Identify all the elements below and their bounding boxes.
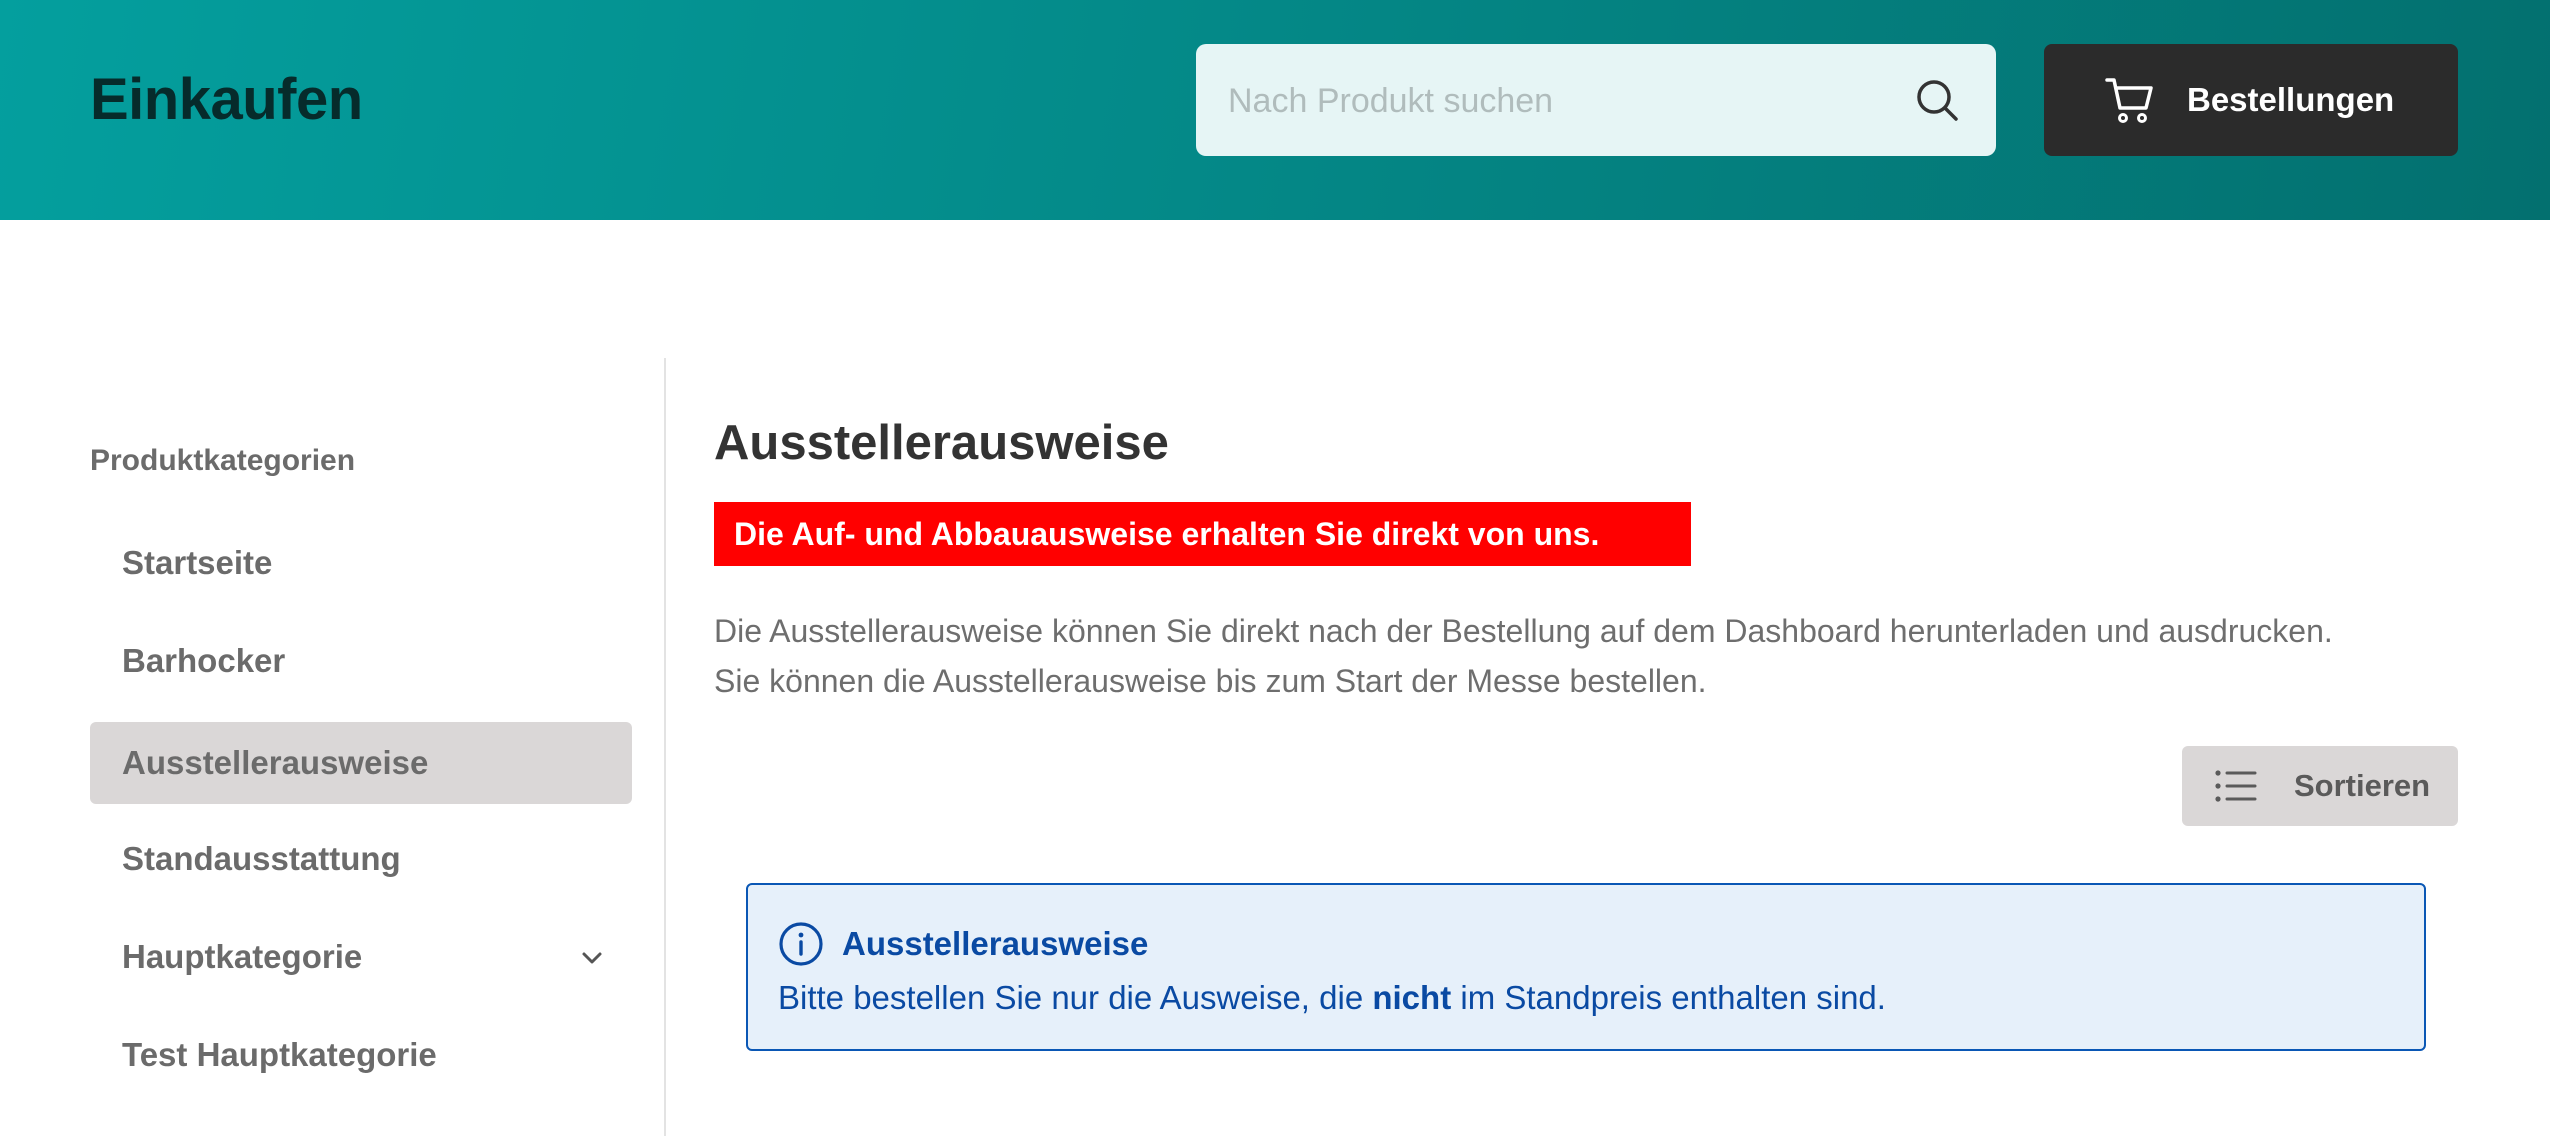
- orders-button[interactable]: Bestellungen: [2044, 44, 2458, 156]
- info-text-after: im Standpreis enthalten sind.: [1451, 979, 1886, 1016]
- sidebar-item-startseite[interactable]: Startseite: [90, 522, 632, 604]
- sidebar-item-label: Startseite: [122, 544, 273, 581]
- sidebar-item-hauptkategorie[interactable]: Hauptkategorie: [90, 916, 632, 998]
- info-icon: [779, 922, 823, 966]
- sidebar-item-standausstattung[interactable]: Standausstattung: [90, 818, 632, 900]
- info-text-bold: nicht: [1372, 979, 1452, 1016]
- sidebar-item-barhocker[interactable]: Barhocker: [90, 620, 632, 702]
- alert-banner: Die Auf- und Abbauausweise erhalten Sie …: [714, 502, 1691, 566]
- sidebar-item-label: Standausstattung: [122, 840, 401, 877]
- sidebar-divider: [664, 358, 666, 1136]
- sidebar-heading: Produktkategorien: [90, 444, 356, 477]
- search-icon[interactable]: [1913, 76, 1961, 124]
- sort-button[interactable]: Sortieren: [2182, 746, 2458, 826]
- sidebar-item-ausstellerausweise[interactable]: Ausstellerausweise: [90, 722, 632, 804]
- sidebar: Produktkategorien Startseite Barhocker A…: [0, 358, 665, 1136]
- list-icon: [2215, 770, 2257, 802]
- sidebar-item-label: Barhocker: [122, 642, 286, 679]
- sidebar-item-test-hauptkategorie[interactable]: Test Hauptkategorie: [90, 1014, 632, 1096]
- search-input[interactable]: [1226, 70, 1870, 132]
- sort-label: Sortieren: [2294, 768, 2431, 803]
- info-text-before: Bitte bestellen Sie nur die Ausweise, di…: [778, 979, 1373, 1016]
- description-line: Die Ausstellerausweise können Sie direkt…: [714, 613, 2333, 649]
- info-title: Ausstellerausweise: [842, 925, 1149, 962]
- sidebar-item-label: Test Hauptkategorie: [122, 1036, 437, 1073]
- chevron-down-icon[interactable]: [578, 944, 606, 972]
- orders-label: Bestellungen: [2187, 81, 2395, 118]
- info-text: Bitte bestellen Sie nur die Ausweise, di…: [778, 973, 1886, 1023]
- page-title: Ausstellerausweise: [714, 416, 1169, 470]
- sidebar-item-label: Ausstellerausweise: [122, 744, 429, 781]
- search-box[interactable]: [1196, 44, 1996, 156]
- top-header: Einkaufen Bestellungen: [0, 0, 2550, 220]
- sidebar-item-label: Hauptkategorie: [122, 938, 363, 975]
- description-line: Sie können die Ausstellerausweise bis zu…: [714, 663, 1707, 699]
- cart-icon: [2105, 78, 2153, 123]
- info-box: Ausstellerausweise Bitte bestellen Sie n…: [746, 883, 2426, 1051]
- app-title: Einkaufen: [90, 67, 363, 132]
